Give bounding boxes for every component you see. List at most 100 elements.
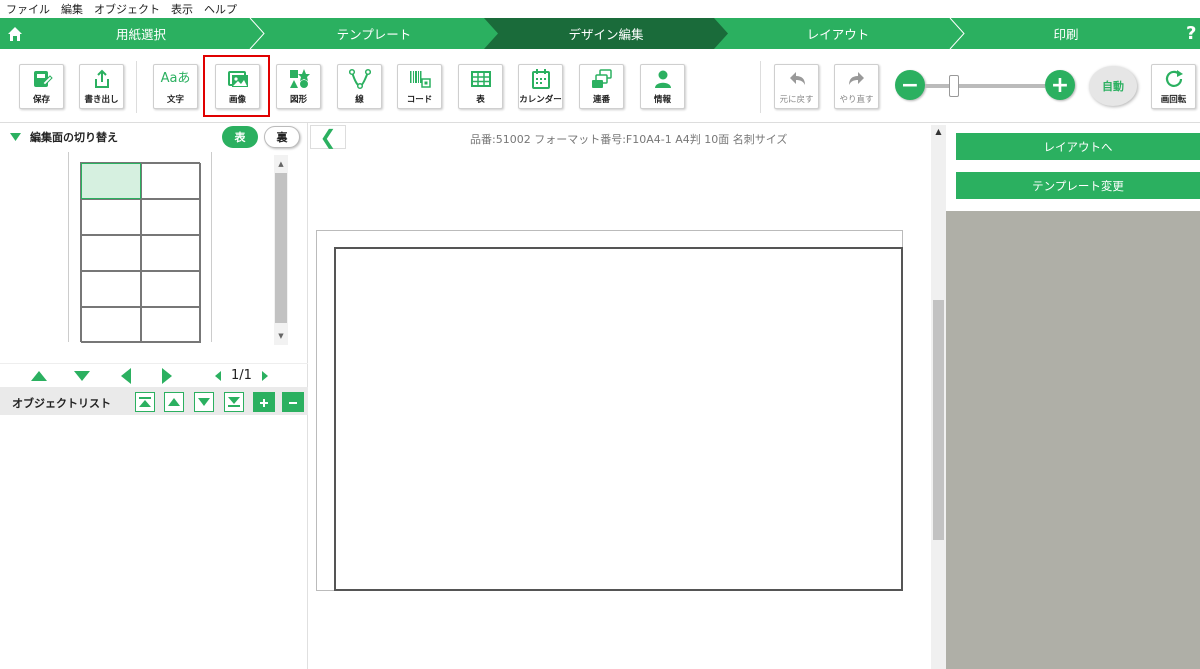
step-layout[interactable]: レイアウト [728,18,948,49]
move-down-button[interactable] [194,392,214,412]
card-cell[interactable] [81,199,141,235]
scrollbar-thumb[interactable] [933,300,944,540]
zoom-out-button[interactable]: − [895,70,925,100]
card-cell[interactable] [141,271,201,307]
card-cell[interactable] [81,271,141,307]
folder-add-icon [256,395,272,409]
step-template[interactable]: テンプレート [264,18,484,49]
back-side-button[interactable]: 裏 [264,126,300,148]
redo-label: やり直す [839,95,874,105]
step-separator-icon [949,18,965,49]
text-label: 文字 [166,95,184,105]
auto-zoom-button[interactable]: 自動 [1089,66,1137,106]
menu-edit[interactable]: 編集 [61,1,83,17]
menu-bar: ファイル 編集 オブジェクト 表示 ヘルプ [0,0,1200,18]
toolbar-divider [760,61,761,113]
menu-view[interactable]: 表示 [171,1,193,17]
scroll-down-icon[interactable]: ▼ [274,329,288,343]
zoom-slider-handle[interactable] [949,75,959,97]
toolbar-divider [136,61,137,113]
collapse-panel-button[interactable]: ❮ [310,125,346,149]
serial-button[interactable]: 連番 [579,64,624,109]
line-label: 線 [355,95,364,105]
object-list-title: オブジェクトリスト [12,397,111,410]
serial-number-icon [591,69,612,88]
help-button[interactable]: ? [1186,18,1200,49]
card-cell[interactable] [81,235,141,271]
page-thumbnail [68,152,212,343]
change-template-button[interactable]: テンプレート変更 [956,172,1200,199]
prev-page-icon[interactable] [215,370,221,381]
rotate-button[interactable]: 画回転 [1151,64,1196,109]
undo-button[interactable]: 元に戻す [774,64,819,109]
edit-surface-toggle[interactable]: 編集面の切り替え [10,129,118,145]
card-cell[interactable] [141,235,201,271]
move-up-icon [168,398,180,406]
zoom-slider-track[interactable] [925,84,1045,88]
menu-object[interactable]: オブジェクト [94,1,160,17]
card-cell[interactable] [81,163,141,199]
barcode-icon [409,71,431,88]
left-panel: 編集面の切り替え 表 裏 ▲ ▼ 1/1 オブジェクトリスト [0,123,308,669]
save-label: 保存 [32,95,50,105]
card-canvas[interactable] [334,247,903,591]
next-page-icon[interactable] [261,370,268,381]
card-cell[interactable] [141,163,201,199]
menu-file[interactable]: ファイル [6,1,50,17]
info-button[interactable]: 情報 [640,64,685,109]
remove-object-button[interactable] [282,392,304,412]
undo-label: 元に戻す [779,95,814,105]
home-button[interactable] [0,18,30,49]
menu-help[interactable]: ヘルプ [204,1,237,17]
add-object-button[interactable] [253,392,275,412]
calendar-button[interactable]: カレンダー [518,64,563,109]
edit-surface-title: 編集面の切り替え [30,131,118,144]
zoom-in-button[interactable]: + [1045,70,1075,100]
canvas-scrollbar[interactable]: ▲ [931,125,946,669]
table-label: 表 [476,95,485,105]
export-button[interactable]: 書き出し [79,64,124,109]
front-side-button[interactable]: 表 [222,126,258,148]
redo-button[interactable]: やり直す [834,64,879,109]
export-label: 書き出し [84,95,119,105]
move-to-bottom-button[interactable] [224,392,244,412]
page-navigation: 1/1 [0,363,308,387]
step-design-edit[interactable]: デザイン編集 [484,18,728,49]
text-button[interactable]: Aaあ 文字 [153,64,198,109]
scroll-up-icon[interactable]: ▲ [931,127,946,136]
rotate-icon [1165,70,1183,87]
shapes-icon [289,69,310,88]
step-label: 印刷 [1053,27,1079,42]
step-print[interactable]: 印刷 [966,18,1166,49]
line-button[interactable]: 線 [337,64,382,109]
highlight-box [203,55,270,117]
undo-icon [789,72,805,85]
shape-button[interactable]: 図形 [276,64,321,109]
scrollbar-thumb[interactable] [275,173,287,323]
thumbnail-scrollbar[interactable]: ▲ ▼ [274,155,288,345]
text-icon: Aaあ [160,71,191,86]
move-down-icon [198,398,210,406]
save-button[interactable]: 保存 [19,64,64,109]
arrow-down-icon[interactable] [74,371,90,381]
step-paper-select[interactable]: 用紙選択 [32,18,250,49]
app-window: ファイル 編集 オブジェクト 表示 ヘルプ 用紙選択 テンプレート デザイン編集… [0,0,1200,669]
line-icon [348,68,371,90]
scroll-up-icon[interactable]: ▲ [274,157,288,171]
arrow-left-icon[interactable] [121,368,131,384]
move-up-button[interactable] [164,392,184,412]
code-button[interactable]: コード [397,64,442,109]
card-cell[interactable] [141,199,201,235]
move-to-top-button[interactable] [135,392,155,412]
to-layout-button[interactable]: レイアウトへ [956,133,1200,160]
redo-icon [848,72,864,85]
folder-remove-icon [285,395,301,409]
object-list-header: オブジェクトリスト [0,387,308,415]
card-cell[interactable] [81,307,141,343]
card-cell[interactable] [141,307,201,343]
arrow-up-icon[interactable] [31,371,47,381]
arrow-right-icon[interactable] [162,368,172,384]
page-number: 1/1 [231,368,252,383]
table-button[interactable]: 表 [458,64,503,109]
calendar-label: カレンダー [519,95,562,105]
